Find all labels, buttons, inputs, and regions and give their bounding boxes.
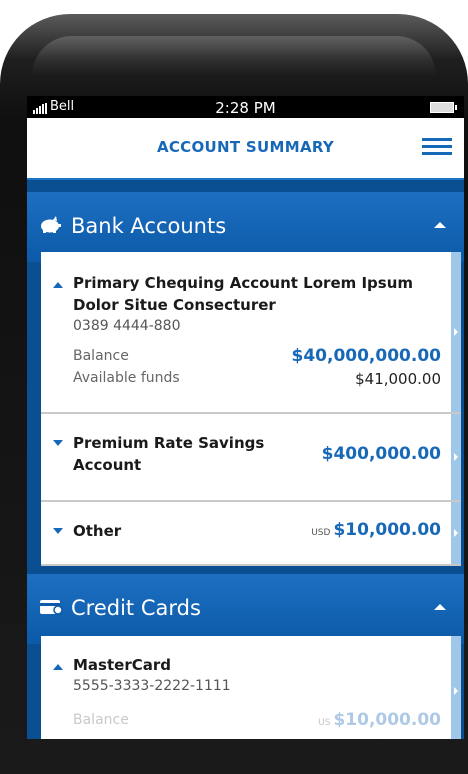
credit-cards-header[interactable]: Credit Cards bbox=[27, 574, 464, 644]
credit-card-icon bbox=[39, 598, 63, 620]
battery-icon bbox=[430, 102, 457, 113]
available-funds-label: Available funds bbox=[73, 370, 180, 386]
chevron-right-icon[interactable] bbox=[451, 636, 461, 739]
collapse-icon[interactable] bbox=[434, 222, 446, 228]
balance-label: Balance bbox=[73, 348, 129, 364]
currency-code: USD bbox=[311, 528, 331, 538]
page-title: ACCOUNT SUMMARY bbox=[156, 138, 335, 156]
card-balance-row: US $10,000.00 bbox=[318, 710, 441, 730]
card-number: 5555-3333-2222-1111 bbox=[73, 678, 231, 694]
currency-code: US bbox=[318, 718, 331, 728]
chevron-right-icon[interactable] bbox=[451, 502, 461, 564]
piggy-bank-icon bbox=[39, 216, 61, 238]
account-card-savings[interactable]: Premium Rate Savings Account $400,000.00 bbox=[41, 414, 461, 502]
account-card-primary[interactable]: Primary Chequing Account Lorem Ipsum Dol… bbox=[41, 252, 461, 414]
app-screen: Bell 2:28 PM ACCOUNT SUMMARY Bank Accoun… bbox=[27, 96, 464, 739]
account-amount: $400,000.00 bbox=[321, 444, 441, 464]
account-amount-row: USD $10,000.00 bbox=[311, 520, 441, 540]
card-balance-label: Balance bbox=[73, 712, 129, 728]
section-title: Bank Accounts bbox=[71, 214, 227, 238]
bank-accounts-list: Primary Chequing Account Lorem Ipsum Dol… bbox=[41, 252, 461, 566]
collapse-icon[interactable] bbox=[53, 282, 63, 288]
status-bar: Bell 2:28 PM bbox=[27, 96, 464, 118]
account-name: Other bbox=[73, 522, 122, 540]
account-name: Primary Chequing Account Lorem Ipsum Dol… bbox=[73, 274, 414, 314]
account-number: 0389 4444-880 bbox=[73, 318, 181, 334]
expand-icon[interactable] bbox=[53, 528, 63, 534]
phone-highlight bbox=[32, 36, 436, 76]
card-name: MasterCard bbox=[73, 656, 171, 674]
collapse-icon[interactable] bbox=[434, 604, 446, 610]
app-header: ACCOUNT SUMMARY bbox=[27, 118, 464, 180]
credit-card-item[interactable]: MasterCard 5555-3333-2222-1111 Balance U… bbox=[41, 636, 461, 739]
collapse-icon[interactable] bbox=[53, 664, 63, 670]
expand-icon[interactable] bbox=[53, 440, 63, 446]
chevron-right-icon[interactable] bbox=[451, 252, 461, 412]
balance-value: $40,000,000.00 bbox=[291, 346, 442, 366]
account-amount: $10,000.00 bbox=[333, 520, 441, 540]
account-name: Premium Rate Savings Account bbox=[73, 434, 265, 474]
status-time: 2:28 PM bbox=[215, 99, 276, 117]
credit-cards-list: MasterCard 5555-3333-2222-1111 Balance U… bbox=[41, 636, 461, 739]
account-card-other[interactable]: Other USD $10,000.00 bbox=[41, 502, 461, 566]
section-title: Credit Cards bbox=[71, 596, 201, 620]
hamburger-menu-icon[interactable] bbox=[422, 138, 452, 156]
available-funds-value: $41,000.00 bbox=[355, 370, 441, 388]
chevron-right-icon[interactable] bbox=[451, 414, 461, 500]
card-balance: $10,000.00 bbox=[333, 710, 441, 730]
